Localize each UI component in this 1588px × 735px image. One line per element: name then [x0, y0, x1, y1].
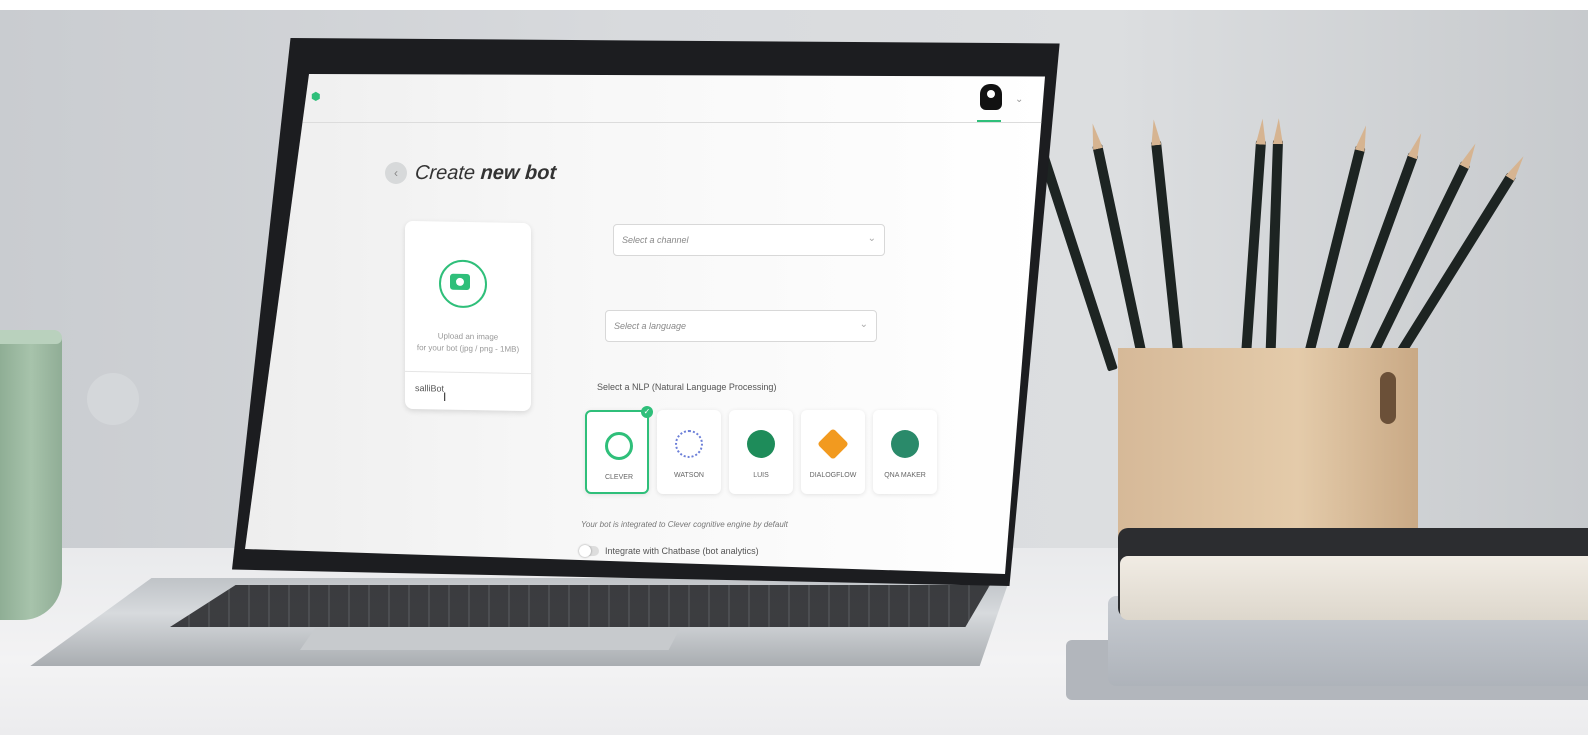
laptop-keyboard	[170, 585, 990, 627]
pencil	[1300, 146, 1365, 372]
pencil-tip	[1149, 119, 1162, 146]
language-select[interactable]: Select a language ⌄	[605, 310, 877, 342]
nlp-label: Select a NLP (Natural Language Processin…	[597, 382, 777, 392]
avatar-face-icon	[987, 90, 995, 98]
mug-rim	[0, 330, 62, 344]
app-logo-icon[interactable]: ⬢	[311, 90, 327, 104]
clever-icon	[605, 432, 633, 460]
bot-name-input[interactable]: salliBot	[415, 383, 444, 394]
pencil-tip	[1506, 154, 1528, 181]
back-button[interactable]: ‹	[385, 162, 407, 184]
pencil-tip	[1088, 122, 1103, 150]
watson-icon	[675, 430, 703, 458]
mug	[0, 330, 62, 620]
pencil-tip	[1256, 118, 1268, 145]
upload-hint-line2: for your bot (jpg / png - 1MB)	[416, 343, 520, 354]
nlp-name-watson: WATSON	[674, 472, 704, 479]
nlp-name-dialogflow: DIALOGFLOW	[809, 472, 857, 479]
chevron-down-icon: ⌄	[867, 233, 876, 244]
dialogflow-icon	[817, 428, 849, 460]
laptop-screen: ⬢ ⌄ ‹ Create new bot Upload an image for…	[245, 74, 1045, 574]
chatbase-toggle-label: Integrate with Chatbase (bot analytics)	[605, 546, 759, 556]
nlp-provider-list: CLEVER ✓ WATSON LUIS DIALOGFLOW QNA MAKE…	[585, 406, 955, 500]
nlp-card-qna-maker[interactable]: QNA MAKER	[873, 410, 937, 494]
chevron-down-icon: ⌄	[859, 319, 868, 330]
nlp-card-dialogflow[interactable]: DIALOGFLOW	[801, 410, 865, 494]
avatar-active-indicator	[977, 120, 1001, 122]
qna-maker-icon	[891, 430, 919, 458]
pencil-tip	[1460, 141, 1480, 169]
chatbase-toggle-knob[interactable]	[579, 545, 591, 557]
book-top-pages	[1120, 556, 1588, 620]
chevron-down-icon[interactable]: ⌄	[1015, 94, 1023, 105]
page-title: Create new bot	[414, 162, 557, 185]
page-title-prefix: Create	[414, 162, 482, 184]
app-header: ⬢ ⌄	[245, 74, 1045, 123]
nlp-card-watson[interactable]: WATSON	[657, 410, 721, 494]
pencil-box	[1118, 348, 1418, 553]
nlp-card-clever[interactable]: CLEVER ✓	[585, 406, 653, 494]
pencil-box-hole	[1380, 372, 1396, 424]
language-placeholder: Select a language	[614, 321, 687, 331]
nlp-name-qna-maker: QNA MAKER	[884, 472, 926, 479]
check-icon: ✓	[641, 406, 653, 418]
upload-card[interactable]: Upload an image for your bot (jpg / png …	[405, 220, 531, 412]
mug-handle-hole	[87, 373, 139, 425]
channel-placeholder: Select a channel	[622, 235, 689, 245]
nlp-name-luis: LUIS	[753, 472, 769, 479]
divider	[405, 370, 531, 375]
laptop-trackpad	[300, 628, 680, 650]
channel-select[interactable]: Select a channel ⌄	[613, 224, 885, 256]
pencil	[1265, 140, 1283, 371]
pencil-tip	[1273, 118, 1284, 144]
nlp-name-clever: CLEVER	[604, 474, 633, 481]
pencil-tip	[1408, 131, 1426, 159]
luis-icon	[747, 430, 775, 458]
pencil-tip	[1355, 124, 1371, 152]
pencil	[1240, 140, 1266, 371]
text-cursor-icon: I	[443, 390, 447, 404]
camera-lens-icon	[456, 277, 464, 286]
page-title-bold: new bot	[479, 162, 557, 184]
nlp-card-luis[interactable]: LUIS	[729, 410, 793, 494]
pencil	[1151, 141, 1185, 371]
image-top-border	[0, 0, 1588, 10]
upload-hint-line1: Upload an image	[437, 331, 499, 342]
integration-info-text: Your bot is integrated to Clever cogniti…	[581, 520, 788, 529]
